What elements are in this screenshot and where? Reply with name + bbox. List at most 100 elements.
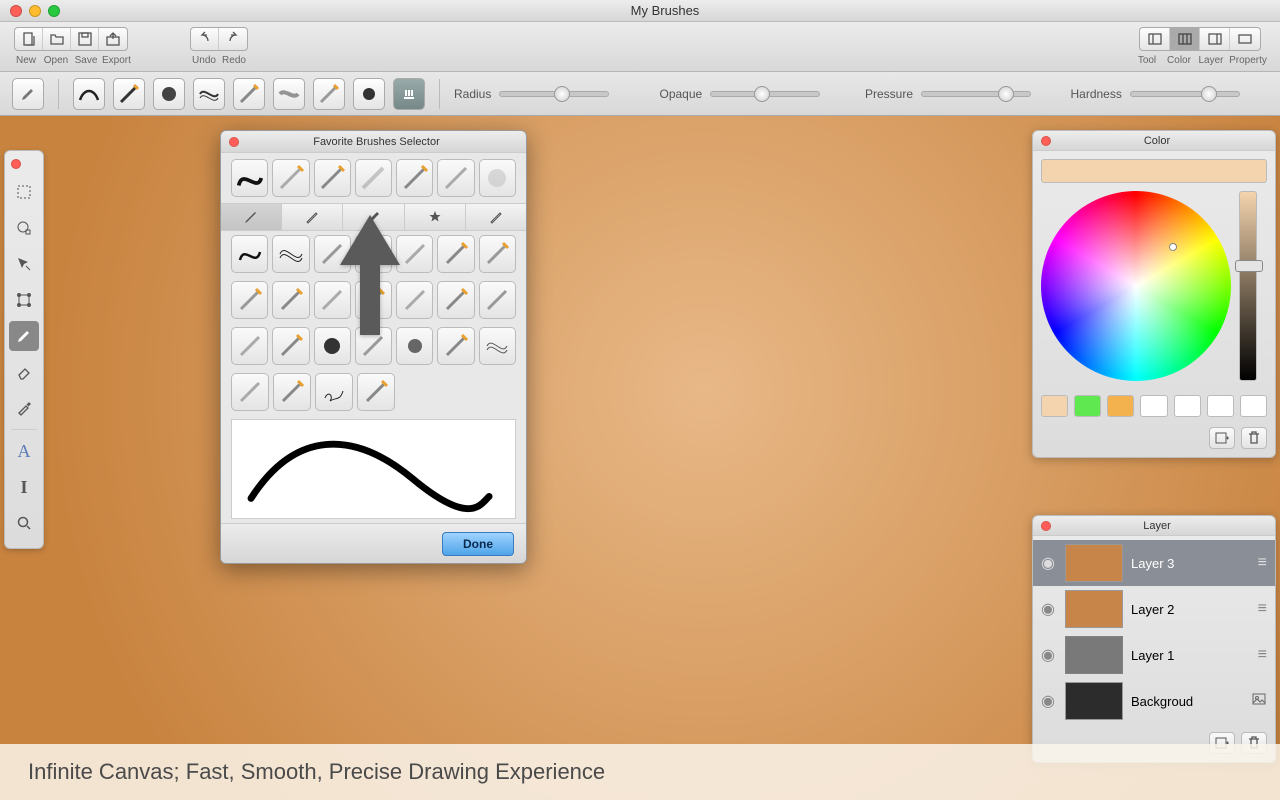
brush-grid-1[interactable] bbox=[231, 235, 268, 273]
favorite-brush-2[interactable] bbox=[272, 159, 309, 197]
brush-preset-8[interactable] bbox=[353, 78, 385, 110]
layer-row-2[interactable]: ◉ Layer 2 ≡ bbox=[1033, 586, 1275, 632]
brush-grid-25[interactable] bbox=[357, 373, 395, 411]
brush-preset-1[interactable] bbox=[73, 78, 105, 110]
color-panel-close[interactable] bbox=[1041, 136, 1051, 146]
swatch-6[interactable] bbox=[1207, 395, 1234, 417]
swatch-2[interactable] bbox=[1074, 395, 1101, 417]
swatch-7[interactable] bbox=[1240, 395, 1267, 417]
layer-row-3[interactable]: ◉ Layer 3 ≡ bbox=[1033, 540, 1275, 586]
window-zoom-button[interactable] bbox=[48, 5, 60, 17]
window-close-button[interactable] bbox=[10, 5, 22, 17]
brush-grid-21[interactable] bbox=[479, 327, 516, 365]
brightness-slider[interactable] bbox=[1239, 191, 1257, 381]
layer-label: Layer bbox=[1196, 55, 1226, 66]
favorite-brush-7[interactable] bbox=[479, 159, 516, 197]
ellipse-select-tool[interactable] bbox=[9, 213, 39, 243]
brush-grid-23[interactable] bbox=[273, 373, 311, 411]
zoom-tool[interactable] bbox=[9, 508, 39, 538]
save-button[interactable] bbox=[71, 28, 99, 50]
done-button[interactable]: Done bbox=[442, 532, 514, 556]
brush-grid-8[interactable] bbox=[231, 281, 268, 319]
favorite-brush-6[interactable] bbox=[437, 159, 474, 197]
layer-menu-icon[interactable]: ≡ bbox=[1258, 646, 1267, 664]
open-button[interactable] bbox=[43, 28, 71, 50]
swatch-1[interactable] bbox=[1041, 395, 1068, 417]
brush-preset-7[interactable] bbox=[313, 78, 345, 110]
brush-preset-2[interactable] bbox=[113, 78, 145, 110]
layer-visibility-icon[interactable]: ◉ bbox=[1041, 553, 1057, 573]
move-tool[interactable] bbox=[9, 249, 39, 279]
text-tool[interactable]: A bbox=[9, 436, 39, 466]
opaque-slider[interactable] bbox=[710, 91, 820, 97]
swatch-5[interactable] bbox=[1174, 395, 1201, 417]
layer-visibility-icon[interactable]: ◉ bbox=[1041, 599, 1057, 619]
new-button[interactable] bbox=[15, 28, 43, 50]
layer-visibility-icon[interactable]: ◉ bbox=[1041, 645, 1057, 665]
swatch-4[interactable] bbox=[1140, 395, 1167, 417]
redo-label: Redo bbox=[220, 55, 248, 66]
brush-tab-edit[interactable] bbox=[466, 204, 526, 230]
brush-tab-pencil[interactable] bbox=[221, 204, 282, 230]
brush-grid-13[interactable] bbox=[437, 281, 474, 319]
brush-preset-3[interactable] bbox=[153, 78, 185, 110]
favorite-brush-3[interactable] bbox=[314, 159, 351, 197]
favorite-brush-5[interactable] bbox=[396, 159, 433, 197]
pressure-slider[interactable] bbox=[921, 91, 1031, 97]
favorite-brush-1[interactable] bbox=[231, 159, 268, 197]
color-panel-toggle[interactable] bbox=[1170, 28, 1200, 50]
brush-preset-4[interactable] bbox=[193, 78, 225, 110]
delete-swatch-button[interactable] bbox=[1241, 427, 1267, 449]
brush-grid-16[interactable] bbox=[272, 327, 309, 365]
open-label: Open bbox=[42, 55, 70, 66]
tool-panel-toggle[interactable] bbox=[1140, 28, 1170, 50]
radius-slider[interactable] bbox=[499, 91, 609, 97]
marquee-tool[interactable] bbox=[9, 177, 39, 207]
eyedropper-tool[interactable] bbox=[9, 393, 39, 423]
brush-grid-9[interactable] bbox=[272, 281, 309, 319]
brush-grid-14[interactable] bbox=[479, 281, 516, 319]
current-color-display[interactable] bbox=[1041, 159, 1267, 183]
undo-button[interactable] bbox=[191, 28, 219, 50]
brush-preset-5[interactable] bbox=[233, 78, 265, 110]
layer-visibility-icon[interactable]: ◉ bbox=[1041, 691, 1057, 711]
layer-row-1[interactable]: ◉ Layer 1 ≡ bbox=[1033, 632, 1275, 678]
property-panel-toggle[interactable] bbox=[1230, 28, 1260, 50]
brush-grid-22[interactable] bbox=[231, 373, 269, 411]
brush-preset-6[interactable] bbox=[273, 78, 305, 110]
brush-tool-icon[interactable] bbox=[12, 78, 44, 110]
export-button[interactable] bbox=[99, 28, 127, 50]
popup-close-button[interactable] bbox=[229, 137, 239, 147]
transform-tool[interactable] bbox=[9, 285, 39, 315]
brush-tab-star[interactable] bbox=[405, 204, 466, 230]
brush-grid-6[interactable] bbox=[437, 235, 474, 273]
layer-menu-icon[interactable]: ≡ bbox=[1258, 554, 1267, 572]
brush-grid-20[interactable] bbox=[437, 327, 474, 365]
property-label: Property bbox=[1228, 55, 1268, 66]
layer-panel-title: Layer bbox=[1059, 520, 1275, 532]
layer-panel-toggle[interactable] bbox=[1200, 28, 1230, 50]
tool-panel-close[interactable] bbox=[11, 159, 21, 169]
window-minimize-button[interactable] bbox=[29, 5, 41, 17]
brush-grid-15[interactable] bbox=[231, 327, 268, 365]
add-swatch-button[interactable] bbox=[1209, 427, 1235, 449]
redo-button[interactable] bbox=[219, 28, 247, 50]
layer-image-icon[interactable] bbox=[1251, 691, 1267, 712]
hardness-slider-block: Hardness bbox=[1071, 87, 1269, 101]
eraser-tool[interactable] bbox=[9, 357, 39, 387]
hardness-slider[interactable] bbox=[1130, 91, 1240, 97]
favorite-brush-4[interactable] bbox=[355, 159, 392, 197]
layer-row-background[interactable]: ◉ Backgroud bbox=[1033, 678, 1275, 724]
brush-selector-button[interactable] bbox=[393, 78, 425, 110]
text-vertical-tool[interactable]: I bbox=[9, 472, 39, 502]
layer-menu-icon[interactable]: ≡ bbox=[1258, 600, 1267, 618]
brush-grid-7[interactable] bbox=[479, 235, 516, 273]
brightness-knob[interactable] bbox=[1235, 260, 1263, 272]
swatch-3[interactable] bbox=[1107, 395, 1134, 417]
brush-tool[interactable] bbox=[9, 321, 39, 351]
brush-grid-24[interactable] bbox=[315, 373, 353, 411]
color-wheel-cursor[interactable] bbox=[1169, 243, 1177, 251]
brush-grid-2[interactable] bbox=[272, 235, 309, 273]
color-wheel[interactable] bbox=[1041, 191, 1231, 381]
layer-panel-close[interactable] bbox=[1041, 521, 1051, 531]
